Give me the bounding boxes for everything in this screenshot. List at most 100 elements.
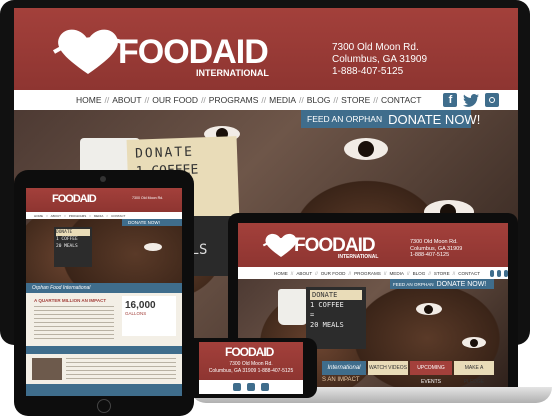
tablet-nav-home[interactable]: HOME [34, 214, 43, 218]
nav-separator: // [104, 95, 110, 105]
desktop-nav: HOME// ABOUT// OUR FOOD// PROGRAMS// MED… [14, 90, 518, 110]
laptop-nav-store[interactable]: STORE [434, 271, 450, 276]
phone-social [199, 380, 303, 394]
twitter-icon[interactable] [463, 93, 480, 107]
tablet: FOODAID 7300 Old Moon Rd. HOME// ABOUT//… [14, 170, 194, 416]
laptop-tab-pledge[interactable]: MAKE A PLEDGE [454, 361, 494, 385]
desktop-header: FOODAID INTERNATIONAL 7300 Old Moon Rd. … [14, 8, 518, 90]
tablet-header: FOODAID 7300 Old Moon Rd. [26, 188, 182, 212]
phone-screen: FOODAID 7300 Old Moon Rd. Columbus, GA 3… [199, 342, 303, 394]
phone-brand-name: FOODAID [225, 345, 274, 359]
nav-blog[interactable]: BLOG [307, 95, 331, 105]
phone: FOODAID 7300 Old Moon Rd. Columbus, GA 3… [185, 338, 317, 398]
laptop-impact-text: S AN IMPACT [322, 377, 360, 383]
laptop-nav-media[interactable]: MEDIA [389, 271, 404, 276]
nav-separator: // [407, 270, 410, 276]
instagram-icon[interactable] [261, 383, 269, 391]
facebook-icon[interactable] [233, 383, 241, 391]
laptop-address-line1: 7300 Old Moon Rd. [410, 239, 458, 245]
laptop-feed-orphan-label: FEED AN ORPHAN [393, 281, 434, 287]
laptop-nav-home[interactable]: HOME [274, 271, 288, 276]
instagram-icon[interactable] [485, 93, 500, 107]
tablet-donate-bar[interactable]: DONATE NOW! [122, 219, 182, 226]
nav-separator: // [373, 95, 379, 105]
nav-contact[interactable]: CONTACT [381, 95, 421, 105]
laptop-sign-donate: DONATE [310, 290, 362, 300]
tablet-nav-media[interactable]: MEDIA [94, 214, 104, 218]
tablet-nav: HOME// ABOUT// PROGRAMS// MEDIA// CONTAC… [26, 212, 182, 219]
brand-name: FOODAID [118, 33, 269, 71]
nav-separator: // [428, 270, 431, 276]
nav-about[interactable]: ABOUT [112, 95, 141, 105]
nav-programs[interactable]: PROGRAMS [209, 95, 259, 105]
facebook-icon[interactable] [490, 269, 495, 277]
laptop-nav-our-food[interactable]: OUR FOOD [321, 271, 346, 276]
tablet-hero-caption: Orphan Food International [26, 283, 182, 293]
phone-header: FOODAID 7300 Old Moon Rd. Columbus, GA 3… [199, 342, 303, 380]
nav-separator: // [144, 95, 150, 105]
nav-home[interactable]: HOME [76, 95, 102, 105]
laptop-donate-sign: DONATE 1 COFFEE = 20 MEALS [306, 287, 366, 349]
tablet-address: 7300 Old Moon Rd. [132, 196, 164, 200]
laptop-nav-about[interactable]: ABOUT [296, 271, 312, 276]
tablet-eye [144, 243, 162, 251]
laptop-nav-programs[interactable]: PROGRAMS [354, 271, 381, 276]
tablet-footer [26, 384, 182, 396]
donate-bar[interactable]: FEED AN ORPHAN DONATE NOW! [301, 110, 480, 128]
tablet-hero-photo: DONATE 1 COFFEE 20 MEALS DONATE NOW! [26, 219, 182, 283]
heart-logo-icon [52, 29, 123, 74]
tablet-screen: FOODAID 7300 Old Moon Rd. HOME// ABOUT//… [26, 188, 182, 396]
address-line2: Columbus, GA 31909 [332, 54, 428, 65]
tablet-nav-about[interactable]: ABOUT [51, 214, 61, 218]
tablet-sign-meals: 20 MEALS [56, 244, 78, 249]
tablet-impact-title: A QUARTER MILLION AN IMPACT [34, 298, 107, 303]
address-line1: 7300 Old Moon Rd. [332, 42, 419, 53]
phone-address-line2: Columbus, GA 31909 1-888-407-5125 [208, 368, 294, 374]
coffee-cup [278, 289, 308, 325]
tablet-sign-donate: DONATE [56, 229, 90, 236]
tablet-donate-now-button[interactable]: DONATE NOW! [122, 220, 160, 225]
twitter-icon[interactable] [247, 383, 255, 391]
laptop-address-phone: 1-888-407-5125 [410, 252, 450, 258]
twitter-icon[interactable] [497, 269, 502, 277]
laptop-donate-bar[interactable]: FEED AN ORPHAN DONATE NOW! [390, 279, 494, 289]
tablet-impact-body [34, 306, 114, 340]
laptop-nav-blog[interactable]: BLOG [413, 271, 426, 276]
nav-store[interactable]: STORE [341, 95, 370, 105]
laptop-tab-watch[interactable]: WATCH VIDEOS [368, 361, 408, 375]
nav-separator: // [299, 95, 304, 105]
tablet-sign: DONATE 1 COFFEE 20 MEALS [54, 227, 92, 267]
laptop-tab-international[interactable]: International [322, 361, 366, 375]
tablet-stat-box: 16,000 GALLONS [122, 296, 176, 336]
facebook-icon[interactable]: f [443, 93, 458, 107]
tablet-content-row [32, 358, 62, 380]
laptop-donate-now-button[interactable]: DONATE NOW! [437, 281, 487, 288]
nav-separator: // [201, 95, 206, 105]
laptop-sign-equals: = [310, 311, 315, 319]
instagram-icon[interactable] [504, 269, 508, 277]
tablet-home-button[interactable] [97, 399, 111, 413]
laptop-nav-contact[interactable]: CONTACT [458, 271, 480, 276]
tablet-nav-programs[interactable]: PROGRAMS [69, 214, 87, 218]
address-phone: 1-888-407-5125 [332, 66, 404, 77]
nav-separator: // [315, 270, 318, 276]
laptop-sign-meals: 20 MEALS [310, 321, 344, 329]
donate-now-button[interactable]: DONATE NOW! [388, 112, 480, 127]
tablet-stat-label: GALLONS [125, 311, 147, 316]
laptop-brand-subtitle: INTERNATIONAL [338, 254, 379, 260]
nav-separator: // [261, 95, 267, 105]
tablet-camera [100, 176, 106, 182]
nav-separator: // [383, 270, 387, 276]
tablet-nav-contact[interactable]: CONTACT [111, 214, 125, 218]
nav-separator: // [106, 213, 109, 218]
nav-separator: // [333, 95, 339, 105]
laptop-tab-events[interactable]: UPCOMING EVENTS [410, 361, 452, 385]
tablet-stat-value: 16,000 [125, 300, 156, 311]
nav-separator: // [290, 270, 294, 276]
phone-address-line1: 7300 Old Moon Rd. [229, 361, 273, 367]
nav-our-food[interactable]: OUR FOOD [152, 95, 198, 105]
nav-media[interactable]: MEDIA [269, 95, 296, 105]
laptop-nav: HOME// ABOUT// OUR FOOD// PROGRAMS// MED… [238, 267, 508, 279]
nav-separator: // [46, 213, 48, 218]
nav-separator: // [452, 270, 456, 276]
